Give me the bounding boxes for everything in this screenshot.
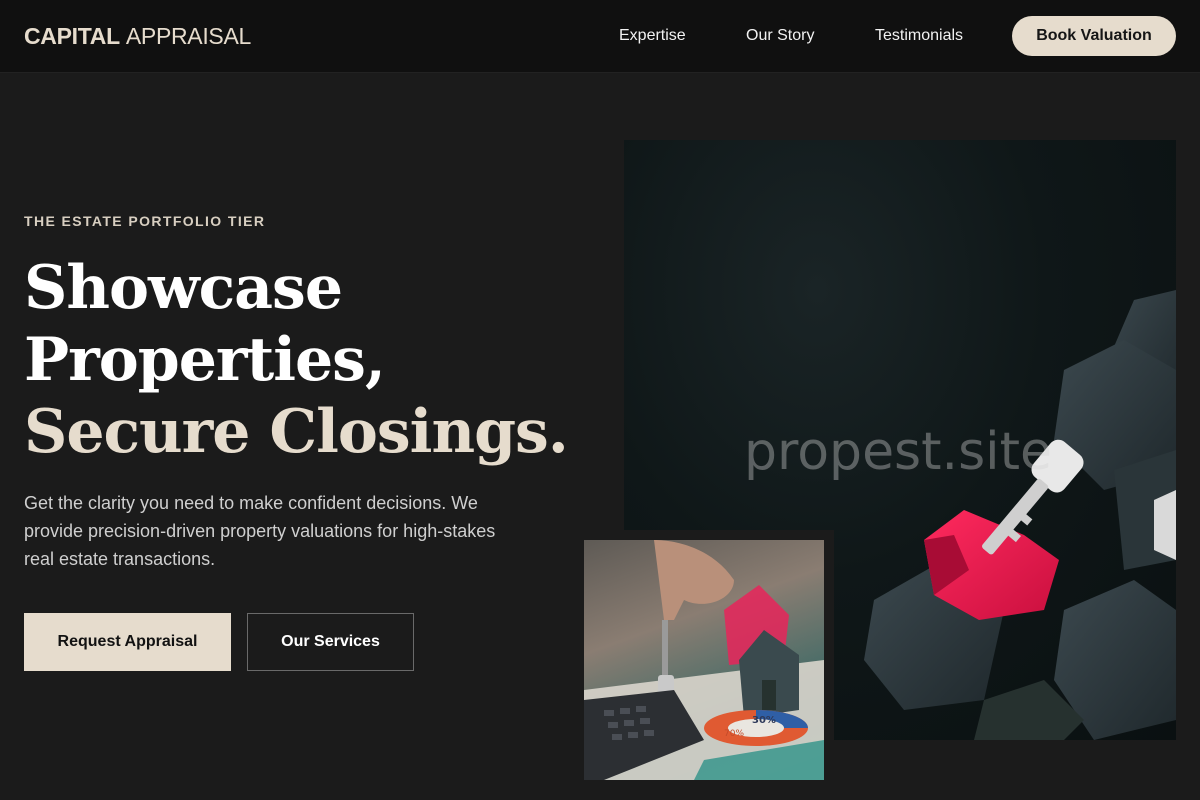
- top-navigation: CAPITAL APPRAISAL Expertise Our Story Tes…: [0, 0, 1200, 72]
- brand-name-bold: CAPITAL: [24, 23, 120, 49]
- hero-description: Get the clarity you need to make confide…: [24, 493, 496, 569]
- headline-line-2: Properties,: [24, 325, 386, 395]
- brand-name-light: APPRAISAL: [125, 23, 251, 49]
- headline-line-1: Showcase: [24, 253, 343, 323]
- hero-headline: Showcase Properties, Secure Closings.: [24, 252, 604, 468]
- nav-link-expertise[interactable]: Expertise: [619, 26, 686, 46]
- brand-logo[interactable]: CAPITAL APPRAISAL: [24, 22, 251, 50]
- hero-secondary-image: 30% 70%: [584, 540, 824, 780]
- chart-label-70: 70%: [724, 729, 744, 739]
- request-appraisal-button[interactable]: Request Appraisal: [24, 613, 231, 671]
- watermark-text: propest.site: [744, 422, 1052, 482]
- nav-link-our-story[interactable]: Our Story: [746, 26, 814, 46]
- headline-line-3: Secure Closings.: [24, 397, 569, 467]
- hero-eyebrow: THE ESTATE PORTFOLIO TIER: [24, 213, 266, 229]
- desk-illustration: 30% 70%: [584, 540, 824, 780]
- chart-label-30: 30%: [752, 715, 776, 726]
- our-services-button[interactable]: Our Services: [247, 613, 414, 671]
- nav-link-testimonials[interactable]: Testimonials: [875, 26, 963, 46]
- book-valuation-button[interactable]: Book Valuation: [1012, 16, 1176, 56]
